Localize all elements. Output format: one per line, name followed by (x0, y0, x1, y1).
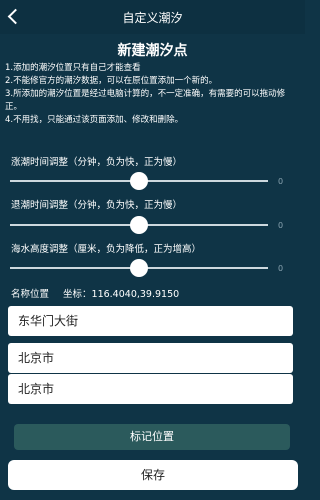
instruction-3: 3.所添加的潮汐位置是经过电脑计算的，不一定准确，有需要的可以拖动修正。 (5, 89, 286, 112)
sea-level-value: 0 (278, 264, 284, 273)
ebb-tide-slider[interactable] (10, 216, 268, 234)
ebb-tide-value: 0 (278, 221, 284, 230)
instructions: 1.添加的潮汐位置只有自己才能查看 2.不能修官方的潮汐数据，可以在原位置添加一… (5, 62, 301, 127)
location-info: 名称位置 坐标：116.4040,39.9150 (11, 286, 179, 300)
slider-thumb[interactable] (130, 216, 148, 234)
street-field[interactable]: 东华门大街 (8, 306, 293, 336)
form-title: 新建潮汐点 (117, 43, 188, 59)
flood-tide-value: 0 (278, 177, 284, 186)
instruction-2: 2.不能修官方的潮汐数据，可以在原位置添加一个新的。 (5, 76, 218, 86)
app-header: 自定义潮汐 (0, 0, 305, 34)
flood-tide-label: 涨潮时间调整（分钟，负为快，正为慢） (11, 157, 183, 168)
coords-value: 116.4040,39.9150 (91, 289, 180, 300)
sea-level-label: 海水高度调整（厘米，负为降低，正为增高） (11, 244, 202, 255)
mark-location-button[interactable]: 标记位置 (14, 424, 290, 450)
coords-label: 坐标： (63, 289, 92, 300)
city-field[interactable]: 北京市 (8, 343, 293, 373)
flood-tide-slider[interactable] (10, 172, 268, 190)
page-title: 自定义潮汐 (122, 11, 183, 25)
slider-thumb[interactable] (130, 172, 148, 190)
instruction-4: 4.不用找，只能通过该页面添加、修改和删除。 (5, 115, 184, 125)
slider-thumb[interactable] (130, 259, 148, 277)
save-button[interactable]: 保存 (8, 460, 298, 490)
instruction-1: 1.添加的潮汐位置只有自己才能查看 (5, 63, 141, 73)
sea-level-slider[interactable] (10, 259, 268, 277)
ebb-tide-label: 退潮时间调整（分钟，负为快，正为慢） (11, 200, 183, 211)
location-label: 名称位置 (11, 289, 50, 300)
province-field[interactable]: 北京市 (8, 374, 293, 404)
